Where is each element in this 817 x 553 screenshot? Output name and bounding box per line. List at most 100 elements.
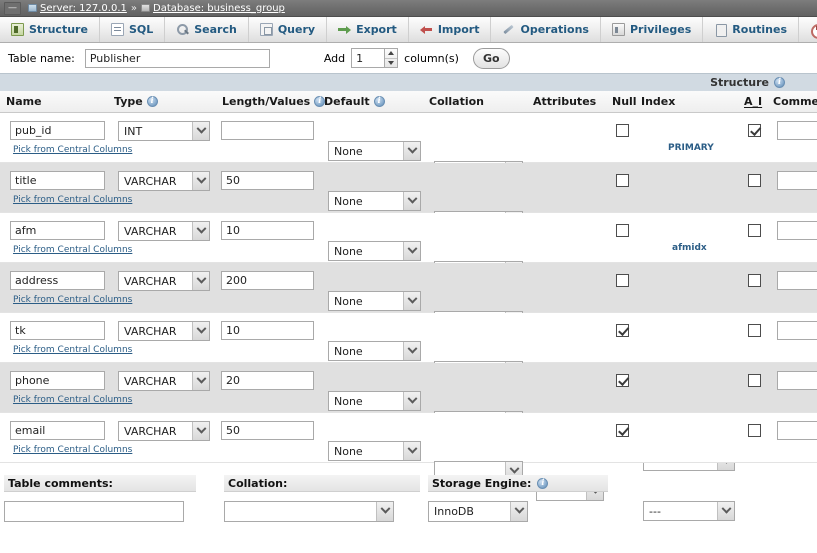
column-type-select[interactable]: VARCHAR (118, 271, 210, 291)
column-ai-checkbox[interactable] (748, 374, 761, 387)
table-name-input[interactable] (84, 48, 270, 68)
column-default-value: None (334, 444, 363, 458)
stepper-down-button[interactable] (385, 59, 397, 68)
column-comments-input[interactable] (777, 221, 817, 240)
column-length-input[interactable] (221, 421, 314, 440)
column-comments-input[interactable] (777, 371, 817, 390)
column-name-input[interactable] (10, 221, 105, 240)
column-type-select[interactable]: VARCHAR (118, 421, 210, 441)
pick-from-central-columns-link[interactable]: Pick from Central Columns (13, 245, 132, 255)
column-default-value: None (334, 244, 363, 258)
chevron-down-icon (376, 502, 393, 521)
column-length-input[interactable] (221, 171, 314, 190)
tab-routines[interactable]: Routines (703, 17, 800, 42)
pick-from-central-columns-link[interactable]: Pick from Central Columns (13, 445, 132, 455)
column-name-input[interactable] (10, 321, 105, 340)
tab-query[interactable]: Query (249, 17, 328, 42)
stepper-buttons[interactable] (384, 48, 399, 68)
table-comments-input[interactable] (4, 501, 184, 522)
column-ai-checkbox[interactable] (748, 324, 761, 337)
chevron-down-icon (192, 422, 209, 440)
tab-operations[interactable]: Operations (491, 17, 601, 42)
column-length-input[interactable] (221, 121, 314, 140)
tab-structure[interactable]: Structure (0, 17, 100, 42)
storage-engine-header: Storage Engine: (428, 475, 608, 492)
column-default-select[interactable]: None (328, 291, 421, 311)
column-comments-input[interactable] (777, 321, 817, 340)
column-ai-checkbox[interactable] (748, 274, 761, 287)
collation-label: Collation: (228, 476, 288, 490)
column-null-checkbox[interactable] (616, 324, 629, 337)
tab-structure-label: Structure (29, 23, 88, 36)
add-columns-stepper[interactable] (351, 48, 399, 68)
column-null-checkbox[interactable] (616, 224, 629, 237)
help-icon-storage-engine[interactable] (537, 477, 549, 489)
column-ai-checkbox[interactable] (748, 224, 761, 237)
pick-from-central-columns-link[interactable]: Pick from Central Columns (13, 395, 132, 405)
header-ai: A_I (744, 95, 763, 108)
column-comments-input[interactable] (777, 271, 817, 290)
column-default-select[interactable]: None (328, 191, 421, 211)
column-default-select[interactable]: None (328, 391, 421, 411)
column-comments-input[interactable] (777, 421, 817, 440)
column-default-select[interactable]: None (328, 341, 421, 361)
breadcrumb-server-link[interactable]: Server: 127.0.0.1 (40, 3, 127, 14)
column-ai-checkbox[interactable] (748, 174, 761, 187)
column-default-select[interactable]: None (328, 141, 421, 161)
column-null-checkbox[interactable] (616, 124, 629, 137)
column-null-checkbox[interactable] (616, 274, 629, 287)
pick-from-central-columns-link[interactable]: Pick from Central Columns (13, 195, 132, 205)
column-null-checkbox[interactable] (616, 374, 629, 387)
column-default-select[interactable]: None (328, 441, 421, 461)
help-icon-structure[interactable] (774, 76, 785, 88)
column-default-value: None (334, 294, 363, 308)
column-length-input[interactable] (221, 221, 314, 240)
pick-from-central-columns-link[interactable]: Pick from Central Columns (13, 145, 132, 155)
pick-from-central-columns-link[interactable]: Pick from Central Columns (13, 345, 132, 355)
tab-search[interactable]: Search (165, 17, 249, 42)
pick-from-central-columns-link[interactable]: Pick from Central Columns (13, 295, 132, 305)
stepper-up-button[interactable] (385, 49, 398, 59)
column-type-select[interactable]: INT (118, 121, 210, 141)
column-ai-checkbox[interactable] (748, 124, 761, 137)
minimize-button[interactable]: — (4, 1, 21, 15)
column-ai-checkbox[interactable] (748, 424, 761, 437)
help-icon-default[interactable] (373, 95, 385, 107)
chevron-down-icon (403, 392, 420, 410)
help-icon-type[interactable] (146, 95, 158, 107)
table-row: Pick from Central Columns VARCHAR None -… (0, 263, 817, 371)
column-type-select[interactable]: VARCHAR (118, 321, 210, 341)
go-button[interactable]: Go (472, 47, 510, 69)
column-type-select[interactable]: VARCHAR (118, 221, 210, 241)
column-null-checkbox[interactable] (616, 424, 629, 437)
breadcrumb-database-link[interactable]: Database: business_group (153, 3, 285, 14)
column-name-input[interactable] (10, 371, 105, 390)
tab-import[interactable]: Import (409, 17, 492, 42)
tab-events[interactable]: Events (799, 17, 817, 42)
column-null-checkbox[interactable] (616, 174, 629, 187)
tab-export[interactable]: Export (327, 17, 409, 42)
column-name-input[interactable] (10, 271, 105, 290)
server-icon (28, 4, 37, 12)
column-name-input[interactable] (10, 421, 105, 440)
column-length-input[interactable] (221, 321, 314, 340)
column-default-select[interactable]: None (328, 241, 421, 261)
table-row: Pick from Central Columns VARCHAR None -… (0, 363, 817, 471)
column-comments-input[interactable] (777, 121, 817, 140)
header-comments: Comments (773, 95, 817, 108)
collation-select[interactable] (224, 501, 394, 522)
column-name-input[interactable] (10, 121, 105, 140)
column-length-input[interactable] (221, 271, 314, 290)
tab-privileges[interactable]: Privileges (601, 17, 704, 42)
column-type-select[interactable]: VARCHAR (118, 171, 210, 191)
column-comments-input[interactable] (777, 171, 817, 190)
column-length-input[interactable] (221, 371, 314, 390)
header-default-label: Default (324, 95, 370, 108)
chevron-down-icon (403, 342, 420, 360)
column-type-select[interactable]: VARCHAR (118, 371, 210, 391)
storage-engine-section: Storage Engine: InnoDB (428, 475, 608, 522)
storage-engine-select[interactable]: InnoDB (428, 501, 528, 522)
column-name-input[interactable] (10, 171, 105, 190)
tab-sql[interactable]: SQL (100, 17, 166, 42)
add-columns-input[interactable] (351, 48, 385, 68)
